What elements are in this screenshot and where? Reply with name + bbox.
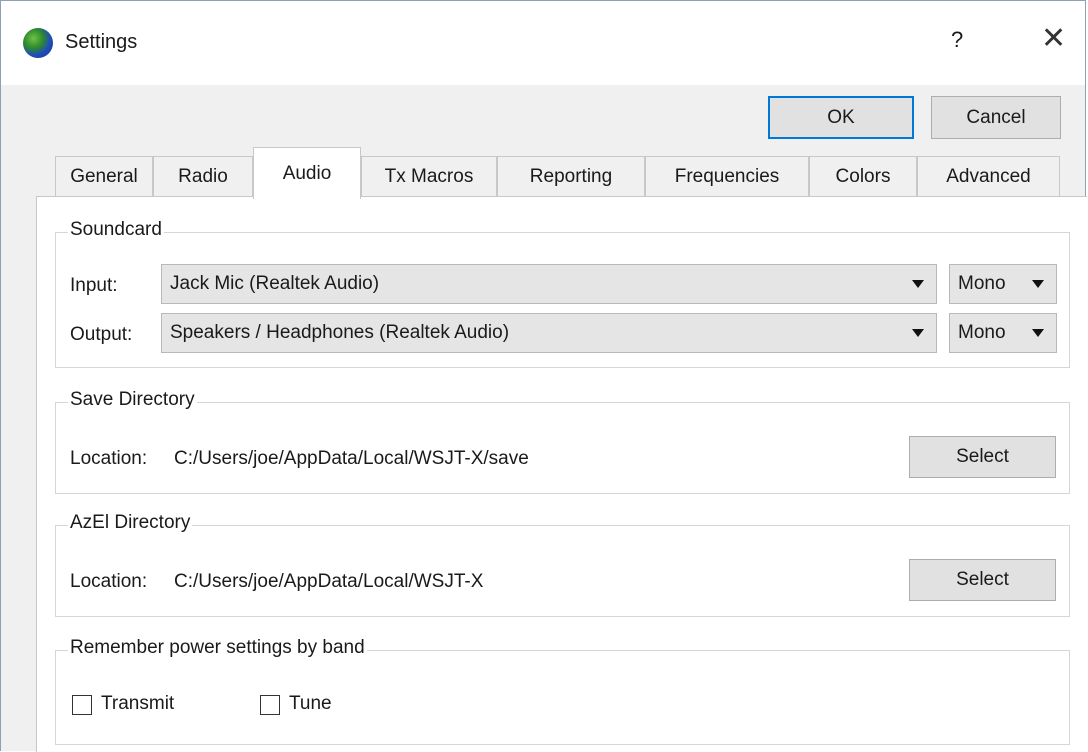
azel-select-button[interactable]: Select (909, 559, 1056, 601)
output-device-select[interactable]: Speakers / Headphones (Realtek Audio) (161, 313, 937, 353)
audio-tab-panel: Soundcard Input: Jack Mic (Realtek Audio… (36, 196, 1087, 752)
tab-tx-macros[interactable]: Tx Macros (361, 156, 497, 197)
tab-colors[interactable]: Colors (809, 156, 917, 197)
save-select-button[interactable]: Select (909, 436, 1056, 478)
output-label: Output: (70, 324, 133, 345)
power-settings-title: Remember power settings by band (68, 637, 367, 659)
dropdown-arrow-icon (912, 280, 924, 288)
save-location-label: Location: (70, 448, 148, 469)
dropdown-arrow-icon (1032, 280, 1044, 288)
input-device-select[interactable]: Jack Mic (Realtek Audio) (161, 264, 937, 304)
settings-dialog: Settings ? ✕ OK Cancel General Radio Aud… (0, 0, 1087, 752)
azel-directory-group: AzEl Directory Location: C:/Users/joe/Ap… (55, 512, 1070, 617)
azel-location-path: C:/Users/joe/AppData/Local/WSJT-X (174, 571, 484, 592)
input-label: Input: (70, 275, 118, 296)
tune-label[interactable]: Tune (289, 693, 332, 715)
tab-advanced[interactable]: Advanced (917, 156, 1060, 197)
input-channel-value: Mono (958, 273, 1006, 294)
transmit-label[interactable]: Transmit (101, 693, 174, 715)
dropdown-arrow-icon (912, 329, 924, 337)
azel-location-label: Location: (70, 571, 148, 592)
cancel-button[interactable]: Cancel (931, 96, 1061, 139)
tune-checkbox[interactable] (260, 695, 280, 715)
window-title: Settings (65, 31, 138, 53)
azel-directory-title: AzEl Directory (68, 512, 193, 534)
save-directory-group: Save Directory Location: C:/Users/joe/Ap… (55, 389, 1070, 494)
input-channel-select[interactable]: Mono (949, 264, 1057, 304)
save-directory-title: Save Directory (68, 389, 197, 411)
output-channel-value: Mono (958, 322, 1006, 343)
output-channel-select[interactable]: Mono (949, 313, 1057, 353)
help-button[interactable]: ? (951, 27, 963, 53)
transmit-checkbox[interactable] (72, 695, 92, 715)
tab-general[interactable]: General (55, 156, 153, 197)
app-globe-icon (23, 28, 53, 58)
title-bar: Settings ? ✕ (1, 1, 1085, 85)
soundcard-title: Soundcard (68, 219, 164, 241)
input-device-value: Jack Mic (Realtek Audio) (170, 273, 380, 294)
close-button[interactable]: ✕ (1041, 21, 1066, 56)
dropdown-arrow-icon (1032, 329, 1044, 337)
power-settings-group: Remember power settings by band Transmit… (55, 637, 1070, 745)
tab-frequencies[interactable]: Frequencies (645, 156, 809, 197)
tab-reporting[interactable]: Reporting (497, 156, 645, 197)
save-location-path: C:/Users/joe/AppData/Local/WSJT-X/save (174, 448, 529, 469)
tab-audio[interactable]: Audio (253, 147, 361, 199)
ok-button[interactable]: OK (768, 96, 914, 139)
soundcard-group: Soundcard Input: Jack Mic (Realtek Audio… (55, 219, 1070, 368)
output-device-value: Speakers / Headphones (Realtek Audio) (170, 322, 510, 343)
tab-radio[interactable]: Radio (153, 156, 253, 197)
